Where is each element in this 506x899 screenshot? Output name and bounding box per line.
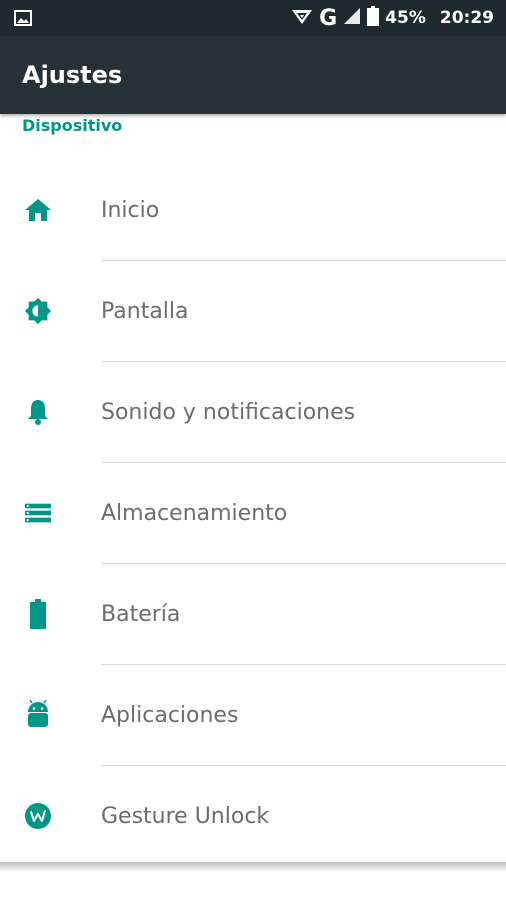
settings-item-label: Sonido y notificaciones (101, 400, 356, 425)
clock: 20:29 (439, 8, 494, 28)
brightness-icon (24, 297, 52, 325)
battery-icon (24, 599, 52, 629)
settings-item-bateria[interactable]: Batería (0, 564, 506, 665)
network-type: G (319, 5, 338, 31)
signal-icon (291, 7, 313, 30)
settings-item-label: Inicio (101, 198, 160, 223)
settings-item-inicio[interactable]: Inicio (0, 160, 506, 261)
settings-item-sonido[interactable]: Sonido y notificaciones (0, 362, 506, 463)
settings-item-pantalla[interactable]: Pantalla (0, 261, 506, 362)
settings-list: Inicio Pantalla Sonido y notificaciones … (0, 160, 506, 867)
settings-item-label: Pantalla (101, 299, 189, 324)
section-header: Dispositivo (22, 116, 123, 135)
settings-item-label: Gesture Unlock (101, 804, 270, 829)
settings-item-gesture-unlock[interactable]: Gesture Unlock (0, 766, 506, 867)
settings-item-label: Aplicaciones (101, 703, 239, 728)
status-bar: G 45% 20:29 (0, 0, 506, 36)
bell-icon (24, 398, 52, 426)
settings-item-aplicaciones[interactable]: Aplicaciones (0, 665, 506, 766)
cell-signal-icon (343, 7, 361, 30)
android-icon (24, 700, 52, 729)
settings-item-almacenamiento[interactable]: Almacenamiento (0, 463, 506, 564)
gesture-unlock-icon (24, 802, 52, 830)
settings-item-label: Almacenamiento (101, 501, 288, 526)
toolbar: Ajustes (0, 36, 506, 114)
battery-percent: 45% (385, 8, 426, 28)
image-icon (14, 9, 32, 31)
home-icon (24, 196, 52, 224)
settings-item-label: Batería (101, 602, 181, 627)
battery-icon (367, 5, 380, 31)
storage-icon (24, 499, 52, 527)
page-title: Ajustes (22, 61, 123, 89)
list-bottom-shadow (0, 862, 506, 872)
